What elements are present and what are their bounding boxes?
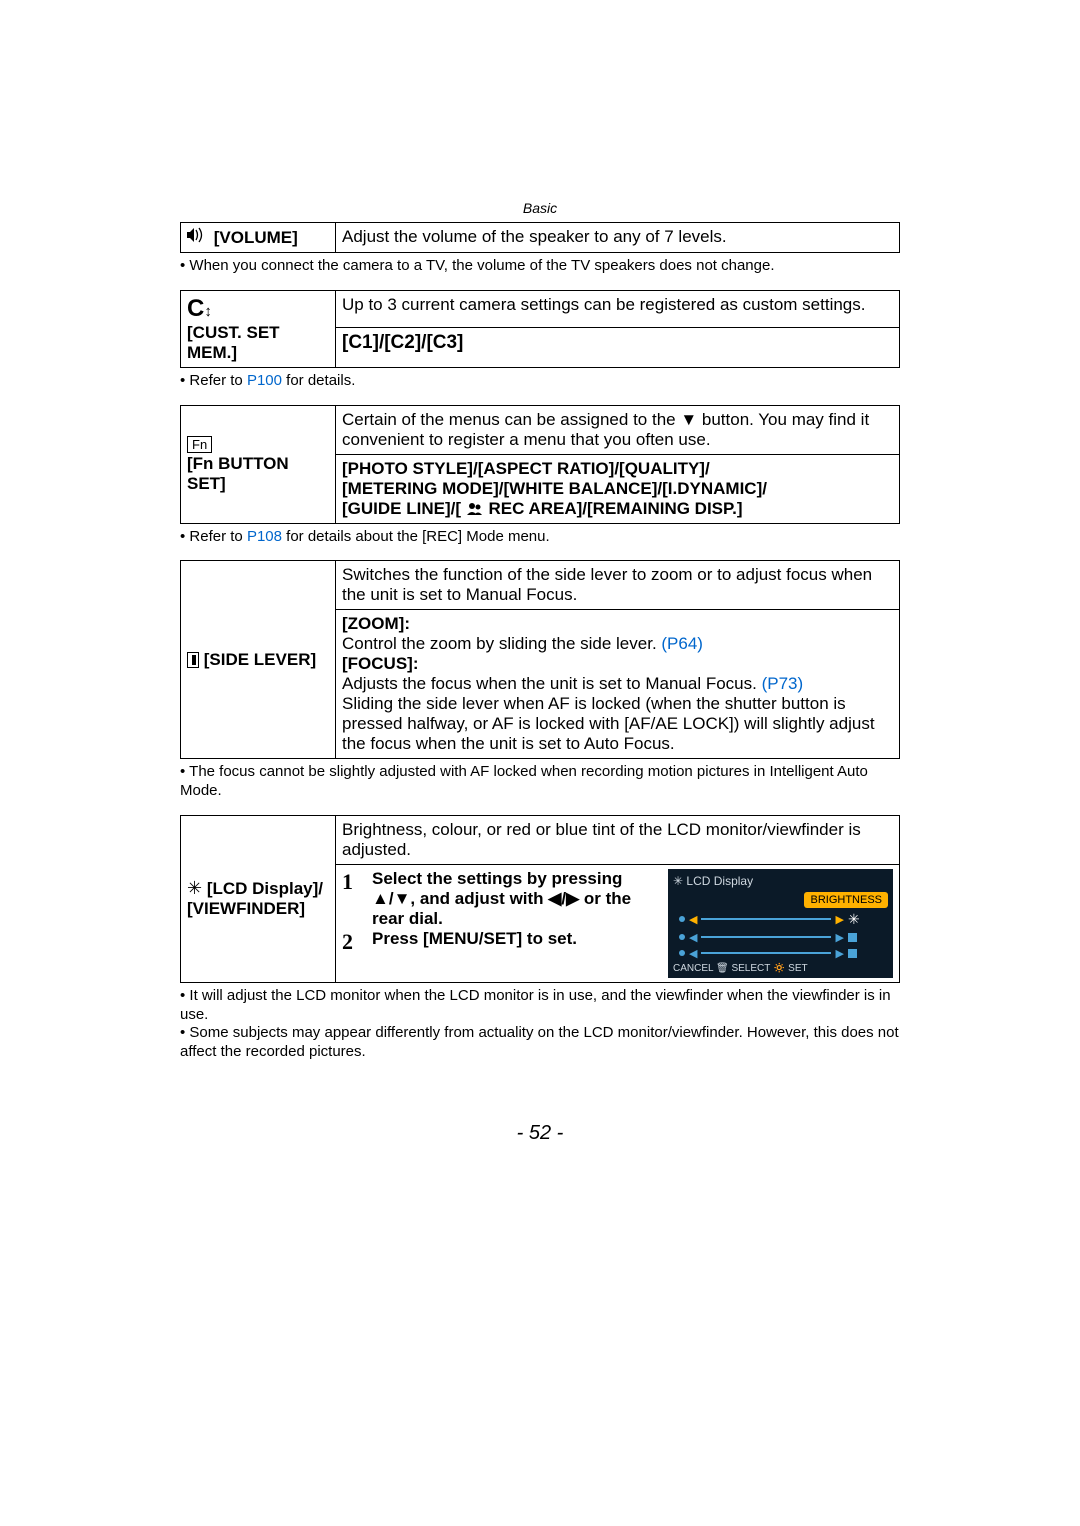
volume-notes: When you connect the camera to a TV, the… <box>180 257 900 276</box>
text: REC AREA]/[REMAINING DISP.] <box>488 499 742 518</box>
text: rear dial. <box>372 909 443 928</box>
slider-row-3: ◀ ▶ <box>679 947 888 960</box>
cust-slots: [C1]/[C2]/[C3] <box>336 327 900 367</box>
lcd-preview-panel: ✳ LCD Display BRIGHTNESS ◀ ▶ ✳ ◀ ▶ <box>668 869 893 978</box>
page-number: - 52 - <box>180 1122 900 1145</box>
link-p64[interactable]: (P64) <box>661 634 703 653</box>
side-lever-icon <box>187 652 199 668</box>
lcd-steps-cell: 1 Select the settings by pressing /, and… <box>336 864 900 982</box>
volume-desc: Adjust the volume of the speaker to any … <box>336 223 900 253</box>
section-header: Basic <box>180 200 900 216</box>
text: for details. <box>282 372 355 389</box>
step1-number: 1 <box>342 869 360 895</box>
cust-label-cell: C↕ [CUST. SET MEM.] <box>181 290 336 367</box>
cust-icon: C↕ <box>187 295 329 323</box>
link-p73[interactable]: (P73) <box>762 674 804 693</box>
cust-table: C↕ [CUST. SET MEM.] Up to 3 current came… <box>180 290 900 368</box>
fn-note: Refer to P108 for details about the [REC… <box>180 528 900 547</box>
lcd-label2: [VIEWFINDER] <box>187 899 329 919</box>
link-p108[interactable]: P108 <box>247 528 282 545</box>
lcd-note-1: It will adjust the LCD monitor when the … <box>180 987 900 1025</box>
link-p100[interactable]: P100 <box>247 372 282 389</box>
sidelever-options: [ZOOM]: Control the zoom by sliding the … <box>336 610 900 759</box>
step1-text: Select the settings by pressing /, and a… <box>372 869 631 929</box>
volume-table: [VOLUME] Adjust the volume of the speake… <box>180 222 900 253</box>
text: Adjusts the focus when the unit is set t… <box>342 674 762 693</box>
text: Control the zoom by sliding the side lev… <box>342 634 661 653</box>
face-rec-icon <box>461 499 488 518</box>
text: Refer to <box>189 372 247 389</box>
text: Sliding the side lever when AF is locked… <box>342 694 893 754</box>
lcd-panel-title: ✳ LCD Display <box>673 874 888 888</box>
fn-table: Fn [Fn BUTTON SET] Certain of the menus … <box>180 405 900 524</box>
sidelever-label: [SIDE LEVER] <box>204 650 316 669</box>
zoom-label: [ZOOM]: <box>342 614 893 634</box>
lcd-desc: Brightness, colour, or red or blue tint … <box>336 815 900 864</box>
volume-label: [VOLUME] <box>214 228 298 247</box>
cust-notes: Refer to P100 for details. <box>180 372 900 391</box>
sidelever-label-cell: [SIDE LEVER] <box>181 561 336 759</box>
sidelever-desc: Switches the function of the side lever … <box>336 561 900 610</box>
text: [METERING MODE]/[WHITE BALANCE]/[I.DYNAM… <box>342 479 893 499</box>
text: for details about the [REC] Mode menu. <box>282 528 550 545</box>
text: or the <box>579 889 631 908</box>
triangle-up-icon <box>372 889 389 908</box>
volume-note: When you connect the camera to a TV, the… <box>180 257 900 276</box>
volume-label-cell: [VOLUME] <box>181 223 336 253</box>
fn-desc: Certain of the menus can be assigned to … <box>336 405 900 454</box>
lcd-panel-highlight: BRIGHTNESS <box>804 892 888 908</box>
text: , and adjust with <box>410 889 548 908</box>
triangle-right-icon <box>566 889 579 908</box>
cust-label: [CUST. SET MEM.] <box>187 323 329 363</box>
lcd-note-2: Some subjects may appear differently fro… <box>180 1024 900 1062</box>
text: Refer to <box>189 528 247 545</box>
lcd-notes: It will adjust the LCD monitor when the … <box>180 987 900 1062</box>
focus-label: [FOCUS]: <box>342 654 893 674</box>
fn-label: [Fn BUTTON SET] <box>187 454 329 494</box>
fn-notes: Refer to P108 for details about the [REC… <box>180 528 900 547</box>
fn-icon: Fn <box>187 434 329 454</box>
step2-text: Press [MENU/SET] to set. <box>372 929 577 949</box>
triangle-down-icon <box>394 889 411 908</box>
sidelever-table: [SIDE LEVER] Switches the function of th… <box>180 560 900 759</box>
slider-row-1: ◀ ▶ ✳ <box>679 911 888 928</box>
slider-row-2: ◀ ▶ <box>679 931 888 944</box>
text: Certain of the menus can be assigned to … <box>342 410 680 429</box>
text: [PHOTO STYLE]/[ASPECT RATIO]/[QUALITY]/ <box>342 459 893 479</box>
sidelever-note: The focus cannot be slightly adjusted wi… <box>180 763 900 801</box>
cust-desc: Up to 3 current camera settings can be r… <box>336 290 900 327</box>
lcd-label-cell: [LCD Display]/ [VIEWFINDER] <box>181 815 336 982</box>
step2-number: 2 <box>342 929 360 955</box>
triangle-left-icon <box>548 889 561 908</box>
cust-note: Refer to P100 for details. <box>180 372 900 391</box>
speaker-icon <box>187 227 209 248</box>
text: Select the settings by pressing <box>372 869 622 888</box>
triangle-down-icon <box>680 410 697 429</box>
lcd-label1: [LCD Display]/ <box>207 879 323 898</box>
lcd-table: [LCD Display]/ [VIEWFINDER] Brightness, … <box>180 815 900 983</box>
fn-options: [PHOTO STYLE]/[ASPECT RATIO]/[QUALITY]/ … <box>336 454 900 523</box>
lcd-panel-bottom: CANCEL 🗑 SELECT 🔅 SET <box>673 963 888 974</box>
sidelever-notes: The focus cannot be slightly adjusted wi… <box>180 763 900 801</box>
brightness-icon <box>187 878 202 899</box>
fn-label-cell: Fn [Fn BUTTON SET] <box>181 405 336 523</box>
text: [GUIDE LINE]/[ <box>342 499 461 518</box>
